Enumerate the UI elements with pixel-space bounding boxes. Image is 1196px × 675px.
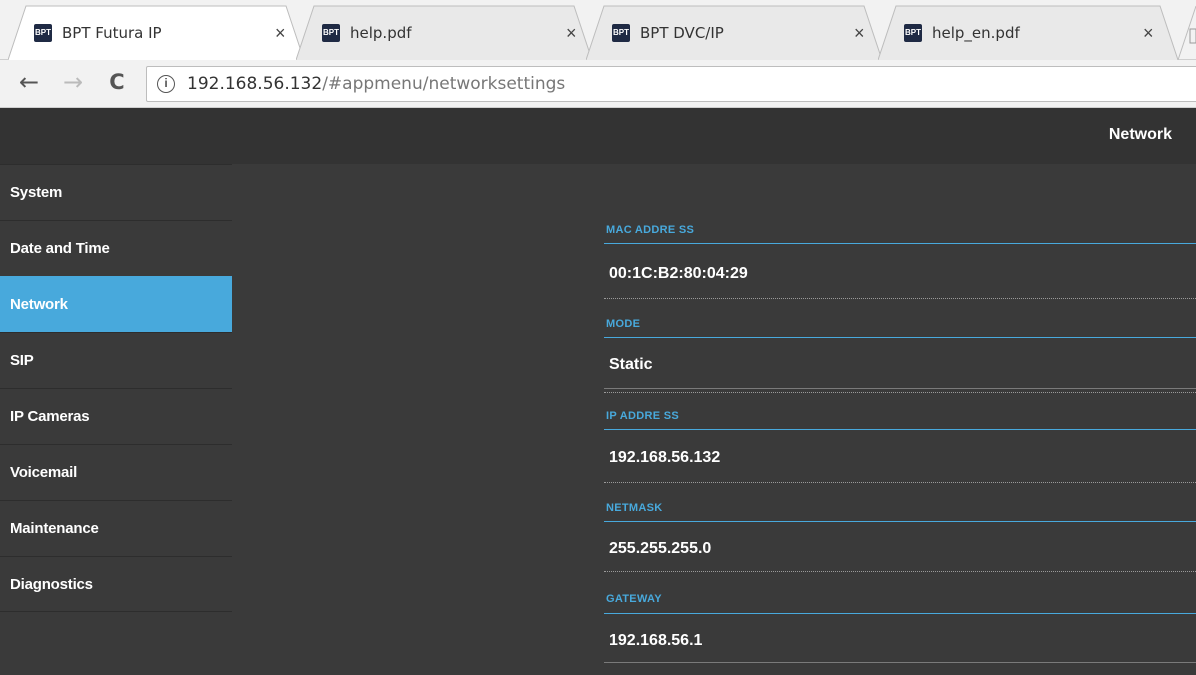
url-text[interactable]: 192.168.56.132/#appmenu/networksettings	[187, 74, 565, 94]
close-icon[interactable]: ×	[1143, 23, 1154, 44]
bpt-favicon-icon: BPT	[904, 23, 922, 42]
bpt-favicon-icon: BPT	[34, 23, 52, 42]
tab-title: BPT Futura IP	[62, 23, 162, 42]
sidebar-item-ip-cameras[interactable]: IP Cameras	[0, 388, 232, 444]
tab-help-en-pdf[interactable]: BPT help_en.pdf ×	[878, 5, 1178, 60]
field-divider	[604, 243, 1196, 244]
field-underline	[604, 482, 1196, 483]
mac-address-value: 00:1C:B2:80:04:29	[609, 265, 748, 282]
sidebar-item-label: SIP	[10, 352, 34, 369]
url-path: /#appmenu/networksettings	[322, 74, 566, 94]
sidebar-item-label: Network	[10, 296, 68, 313]
browser-toolbar: ← → C i 192.168.56.132/#appmenu/networks…	[0, 60, 1196, 108]
field-underline	[604, 392, 1196, 393]
tab-bpt-futura-ip[interactable]: BPT BPT Futura IP ×	[8, 5, 304, 60]
close-icon[interactable]: ×	[566, 23, 577, 44]
sidebar-item-system[interactable]: System	[0, 164, 232, 220]
forward-arrow-icon[interactable]: →	[58, 68, 88, 96]
field-label: GATEWAY	[606, 593, 662, 605]
sidebar-item-label: Voicemail	[10, 464, 78, 481]
sidebar-item-label: Date and Time	[10, 240, 110, 257]
tab-title: help_en.pdf	[932, 23, 1020, 42]
mode-value[interactable]: Static	[609, 356, 653, 374]
sidebar-item-label: Maintenance	[10, 520, 99, 537]
tab-title: help.pdf	[350, 23, 412, 42]
back-arrow-icon[interactable]: ←	[14, 68, 44, 96]
field-label: MAC ADDRE SS	[606, 224, 695, 236]
field-underline	[604, 388, 1196, 389]
info-icon[interactable]: i	[157, 75, 175, 93]
field-underline	[604, 662, 1196, 663]
app-header: Network	[0, 108, 1196, 164]
sidebar-item-label: IP Cameras	[10, 408, 90, 425]
field-label: MODE	[606, 318, 641, 330]
tab-help-pdf[interactable]: BPT help.pdf ×	[296, 5, 592, 60]
tab-shape	[586, 5, 882, 60]
next-tab-edge	[1177, 5, 1196, 60]
sidebar-item-voicemail[interactable]: Voicemail	[0, 444, 232, 500]
tab-title: BPT DVC/IP	[640, 23, 724, 42]
reload-icon[interactable]: C	[102, 70, 132, 94]
sidebar-item-maintenance[interactable]: Maintenance	[0, 500, 232, 556]
browser-chrome: BPT BPT Futura IP × BPT help.pdf × BPT B…	[0, 0, 1196, 108]
bpt-favicon-icon: BPT	[612, 23, 630, 42]
url-host: 192.168.56.132	[187, 74, 323, 94]
tab-strip: BPT BPT Futura IP × BPT help.pdf × BPT B…	[0, 0, 1196, 60]
tab-shape	[878, 5, 1178, 60]
sidebar-item-label: System	[10, 184, 63, 201]
close-icon[interactable]: ×	[854, 23, 865, 44]
field-divider	[604, 521, 1196, 522]
sidebar-item-date-and-time[interactable]: Date and Time	[0, 220, 232, 276]
field-underline	[604, 298, 1196, 299]
app-container: Network System Date and Time Network SIP…	[0, 108, 1196, 675]
field-label: NETMASK	[606, 502, 663, 514]
sidebar-item-diagnostics[interactable]: Diagnostics	[0, 556, 232, 612]
close-icon[interactable]: ×	[275, 23, 286, 44]
field-label: IP ADDRE SS	[606, 410, 679, 422]
gateway-value[interactable]: 192.168.56.1	[609, 632, 702, 650]
tab-bpt-dvc-ip[interactable]: BPT BPT DVC/IP ×	[586, 5, 882, 60]
bpt-favicon-icon: BPT	[322, 23, 340, 42]
tab-shape	[296, 5, 592, 60]
sidebar-item-sip[interactable]: SIP	[0, 332, 232, 388]
sidebar-item-label: Diagnostics	[10, 575, 93, 593]
sidebar-item-network[interactable]: Network	[0, 276, 232, 332]
sidebar: System Date and Time Network SIP IP Came…	[0, 164, 232, 612]
field-divider	[604, 429, 1196, 430]
address-bar[interactable]: i 192.168.56.132/#appmenu/networksetting…	[146, 66, 1196, 102]
page-title: Network	[1108, 126, 1172, 143]
field-underline	[604, 571, 1196, 572]
ip-address-value[interactable]: 192.168.56.132	[609, 449, 720, 467]
netmask-value[interactable]: 255.255.255.0	[609, 540, 711, 558]
field-divider	[604, 613, 1196, 614]
field-divider	[604, 337, 1196, 338]
